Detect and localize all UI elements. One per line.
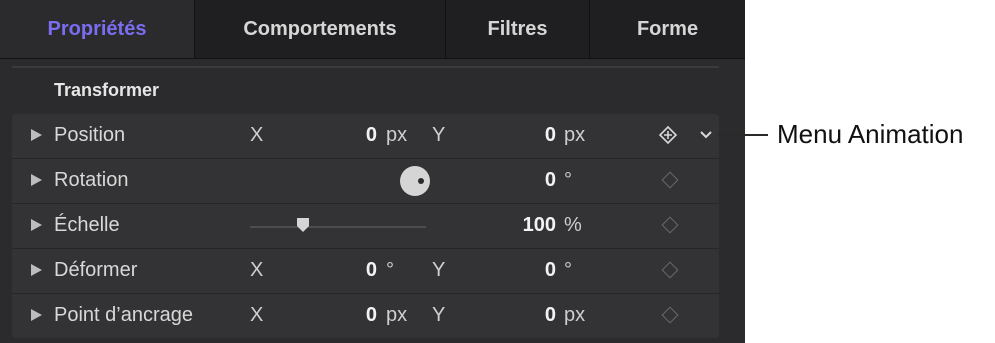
y-value-field[interactable]: 0 — [496, 304, 556, 327]
x-unit: px — [386, 124, 408, 146]
y-label: Y — [432, 259, 446, 281]
rotation-value-field[interactable]: 0 — [496, 169, 556, 192]
x-label: X — [250, 124, 264, 146]
rotation-unit: ° — [564, 169, 572, 191]
parameter-name: Position — [54, 124, 126, 146]
scale-slider-thumb[interactable] — [296, 217, 310, 233]
callout-label: Menu Animation — [777, 119, 964, 149]
x-unit: ° — [386, 259, 394, 281]
tab-comportements[interactable]: Comportements — [195, 0, 446, 58]
keyframe-diamond-icon[interactable] — [661, 306, 679, 324]
y-unit: ° — [564, 259, 572, 281]
keyframe-diamond-icon[interactable] — [661, 261, 679, 279]
keyframe-diamond-icon[interactable] — [661, 216, 679, 234]
disclosure-triangle-icon[interactable] — [31, 264, 42, 276]
parameter-row-position: Position X 0 px Y 0 px — [12, 114, 719, 159]
x-label: X — [250, 259, 264, 281]
tab-filtres[interactable]: Filtres — [446, 0, 590, 58]
x-value-field[interactable]: 0 — [317, 259, 377, 282]
scale-unit: % — [564, 214, 582, 236]
inspector-tabs: Propriétés Comportements Filtres Forme — [0, 0, 745, 59]
keyframe-diamond-icon[interactable] — [661, 171, 679, 189]
parameter-row-echelle: Échelle 100 % — [12, 204, 719, 249]
x-unit: px — [386, 304, 408, 326]
scale-slider-track[interactable] — [250, 226, 426, 228]
animation-menu-chevron-icon[interactable] — [696, 124, 716, 144]
transform-parameters: Position X 0 px Y 0 px Rotation 0 ° Éche… — [12, 114, 719, 338]
group-divider — [12, 66, 719, 68]
y-label: Y — [432, 124, 446, 146]
parameter-name: Rotation — [54, 169, 129, 191]
parameter-name: Échelle — [54, 214, 120, 236]
inspector-panel: Propriétés Comportements Filtres Forme T… — [0, 0, 745, 343]
disclosure-triangle-icon[interactable] — [31, 129, 42, 141]
parameter-row-point-ancrage: Point d’ancrage X 0 px Y 0 px — [12, 294, 719, 338]
x-value-field[interactable]: 0 — [317, 304, 377, 327]
parameter-name: Déformer — [54, 259, 138, 281]
parameter-name: Point d’ancrage — [54, 304, 193, 326]
parameter-row-rotation: Rotation 0 ° — [12, 159, 719, 204]
callout-line — [718, 134, 768, 136]
tab-forme[interactable]: Forme — [590, 0, 745, 58]
y-label: Y — [432, 304, 446, 326]
y-value-field[interactable]: 0 — [496, 259, 556, 282]
section-title-transformer[interactable]: Transformer — [54, 80, 159, 101]
disclosure-triangle-icon[interactable] — [31, 309, 42, 321]
x-value-field[interactable]: 0 — [317, 124, 377, 147]
y-unit: px — [564, 124, 586, 146]
scale-value-field[interactable]: 100 — [496, 214, 556, 237]
parameter-row-deformer: Déformer X 0 ° Y 0 ° — [12, 249, 719, 294]
tab-proprietes[interactable]: Propriétés — [0, 0, 195, 58]
disclosure-triangle-icon[interactable] — [31, 219, 42, 231]
x-label: X — [250, 304, 264, 326]
rotation-dial[interactable] — [400, 166, 430, 196]
y-unit: px — [564, 304, 586, 326]
disclosure-triangle-icon[interactable] — [31, 174, 42, 186]
add-keyframe-icon[interactable] — [658, 125, 678, 145]
y-value-field[interactable]: 0 — [496, 124, 556, 147]
